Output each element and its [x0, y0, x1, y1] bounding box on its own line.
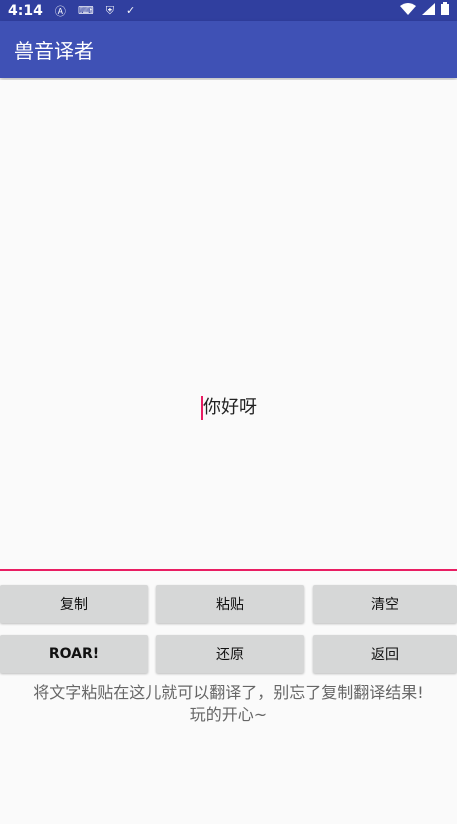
clear-button[interactable]: 清空 [313, 585, 457, 623]
restore-button[interactable]: 还原 [156, 635, 304, 673]
status-time: 4:14 [8, 2, 43, 19]
app-bar: 兽音译者 [0, 21, 457, 78]
keyboard-icon: ⌨ [77, 4, 94, 17]
battery-icon [441, 2, 449, 19]
wifi-icon [400, 2, 416, 19]
back-button[interactable]: 返回 [313, 635, 457, 673]
editor-underline [0, 569, 457, 571]
editor-text[interactable]: 你好呀 [203, 396, 257, 420]
status-bar: 4:14 Ⓐ ⌨ ⛨ ✓ [0, 0, 457, 21]
hint-line-1: 将文字粘贴在这儿就可以翻译了，别忘了复制翻译结果! [33, 683, 424, 702]
copy-button[interactable]: 复制 [0, 585, 148, 623]
status-right-icons [400, 2, 449, 19]
check-icon: ✓ [125, 4, 136, 17]
hint-text: 将文字粘贴在这儿就可以翻译了，别忘了复制翻译结果! 玩的开心~ [0, 682, 457, 726]
shield-icon: ⛨ [105, 3, 114, 17]
signal-icon [422, 2, 435, 19]
app-title: 兽音译者 [14, 39, 94, 63]
hint-line-2: 玩的开心~ [189, 705, 268, 724]
paste-button[interactable]: 粘贴 [156, 585, 304, 623]
roar-button[interactable]: ROAR! [0, 635, 148, 673]
text-editor[interactable]: 你好呀 [0, 80, 457, 570]
a-icon: Ⓐ [54, 4, 66, 18]
